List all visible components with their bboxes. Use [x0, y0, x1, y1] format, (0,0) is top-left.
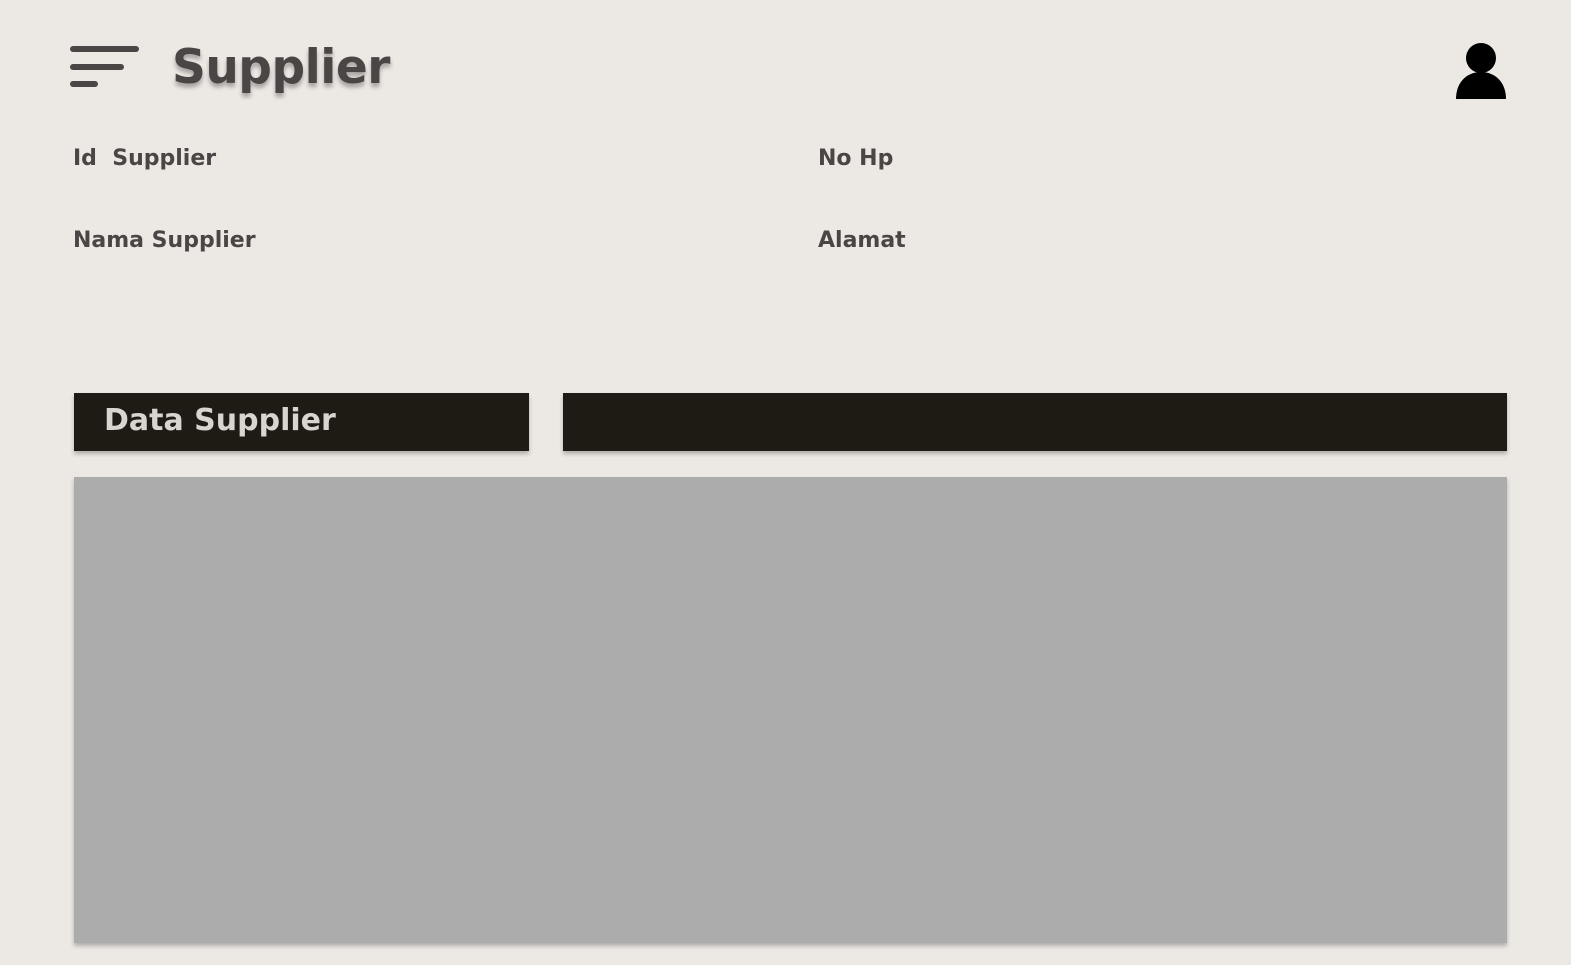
menu-icon[interactable]	[70, 46, 140, 90]
data-table[interactable]	[74, 477, 1507, 943]
data-supplier-title: Data Supplier	[104, 403, 336, 438]
alamat-label: Alamat	[818, 228, 906, 253]
page-title: Supplier	[172, 40, 390, 95]
search-bar[interactable]	[563, 393, 1507, 451]
no-hp-label: No Hp	[818, 146, 894, 171]
id-supplier-label: Id Supplier	[73, 146, 217, 171]
nama-supplier-label: Nama Supplier	[73, 228, 256, 253]
user-icon[interactable]	[1455, 42, 1507, 100]
data-supplier-header: Data Supplier	[74, 393, 529, 451]
